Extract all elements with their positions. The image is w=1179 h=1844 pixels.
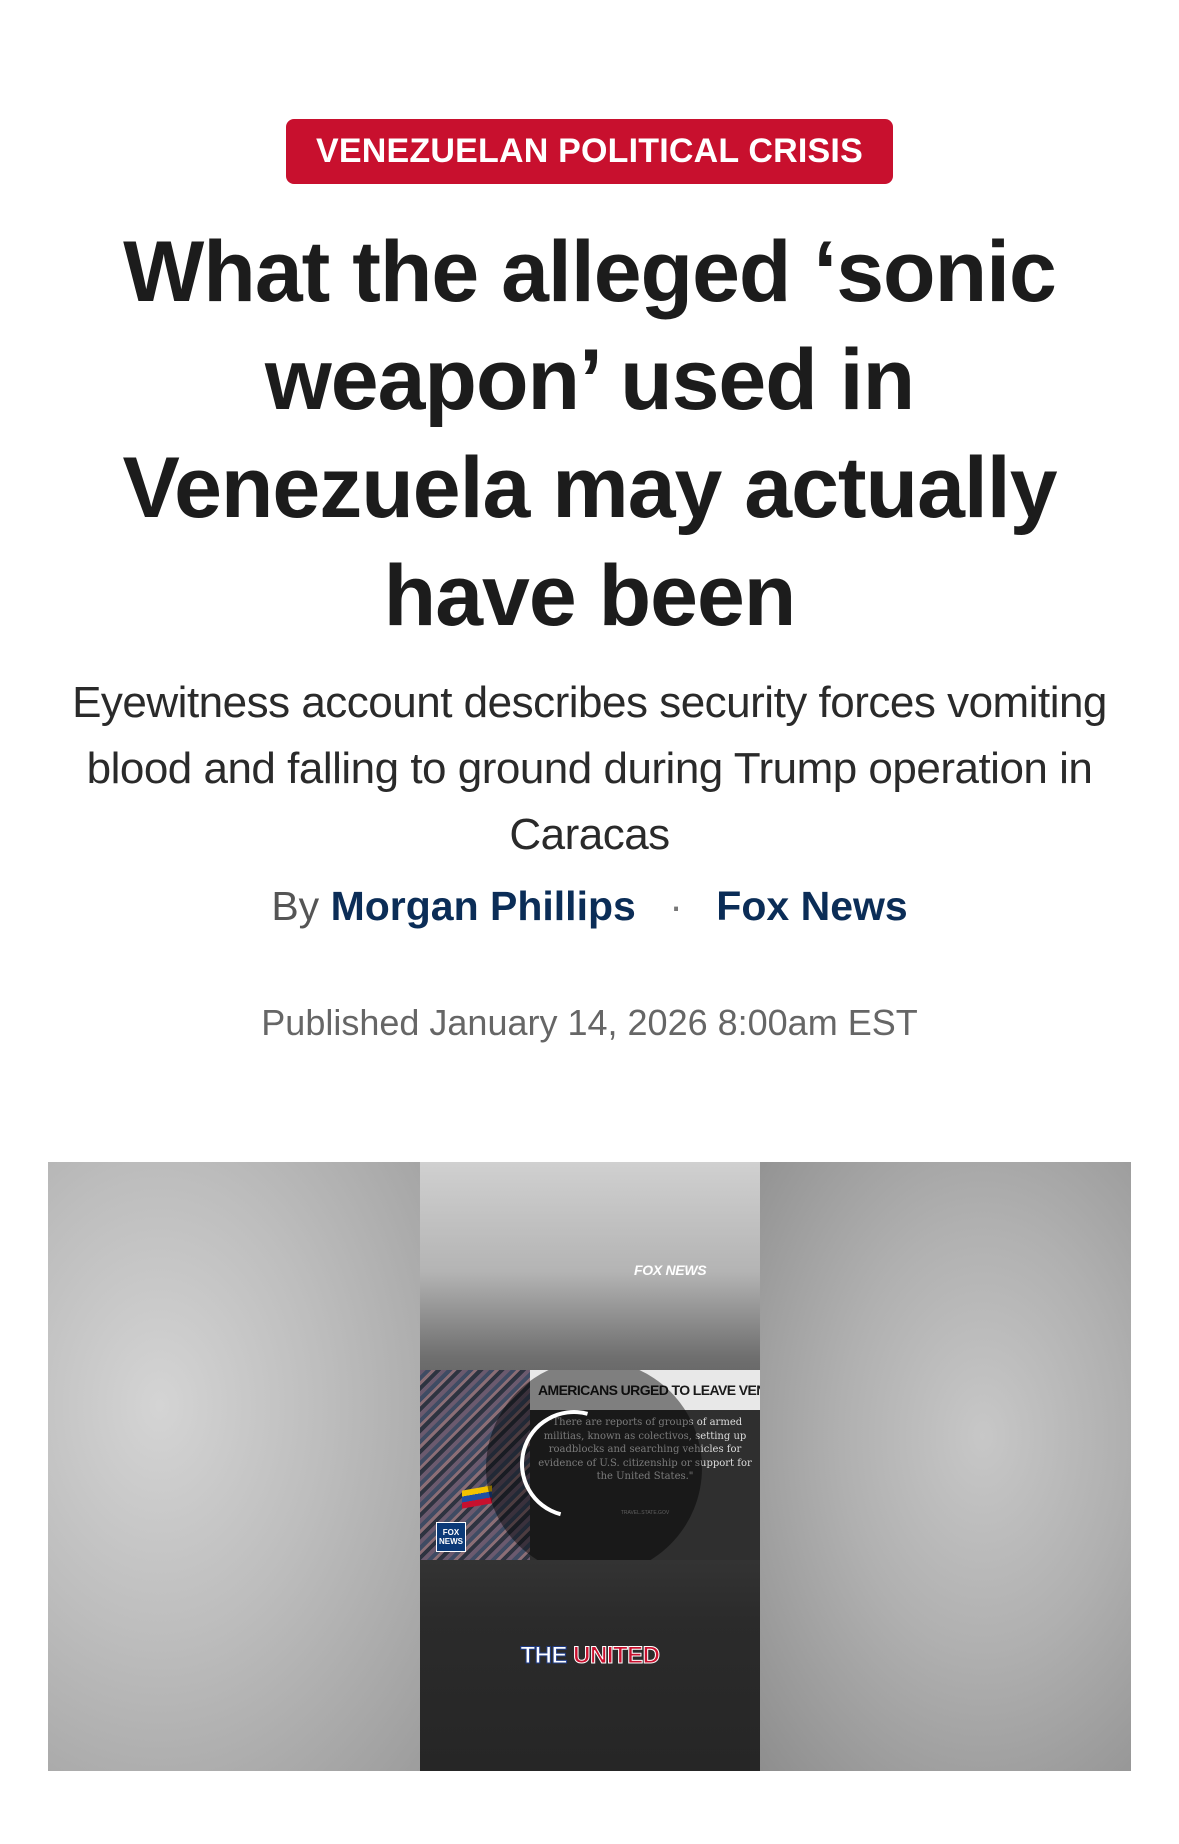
headline: What the alleged ‘sonic weapon’ used in … bbox=[122, 224, 1057, 644]
hero-video[interactable]: FOX NEWS AMERICANS URGED TO LEAVE VENEZU… bbox=[48, 1162, 1131, 1771]
byline-separator: · bbox=[669, 883, 683, 929]
category-badge[interactable]: VENEZUELAN POLITICAL CRISIS bbox=[286, 119, 893, 184]
video-caption: THE UNITED bbox=[420, 1642, 760, 1670]
subheadline: Eyewitness account describes security fo… bbox=[72, 678, 1107, 859]
author-link[interactable]: Morgan Phillips bbox=[331, 883, 636, 929]
video-blur-background-left bbox=[48, 1162, 420, 1771]
caption-word-1: THE bbox=[520, 1642, 568, 1670]
fox-news-watermark: FOX NEWS bbox=[634, 1262, 707, 1278]
video-blur-background-right bbox=[760, 1162, 1131, 1771]
outlet-link[interactable]: Fox News bbox=[716, 883, 907, 929]
byline: By Morgan Phillips · Fox News bbox=[0, 878, 1179, 934]
video-clip: AMERICANS URGED TO LEAVE VENEZUELA "Ther… bbox=[420, 1370, 760, 1560]
fox-news-logo-icon: FOX NEWS bbox=[436, 1522, 466, 1552]
video-frame[interactable]: FOX NEWS AMERICANS URGED TO LEAVE VENEZU… bbox=[420, 1162, 760, 1771]
byline-prefix: By bbox=[271, 883, 320, 929]
caption-word-2: UNITED bbox=[573, 1642, 661, 1670]
published-timestamp: Published January 14, 2026 8:00am EST bbox=[261, 1002, 918, 1043]
